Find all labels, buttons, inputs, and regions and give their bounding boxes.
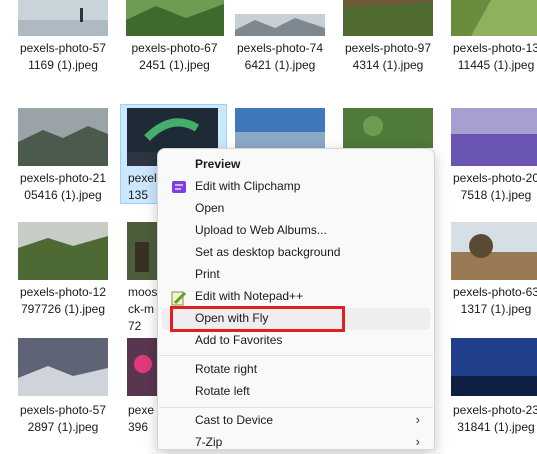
clipchamp-icon bbox=[171, 180, 187, 194]
menu-item-print[interactable]: Print bbox=[162, 264, 430, 286]
menu-item-label: Edit with Notepad++ bbox=[195, 289, 304, 303]
menu-item-upload-web-albums[interactable]: Upload to Web Albums... bbox=[162, 220, 430, 242]
thumbnail-image[interactable] bbox=[343, 0, 433, 36]
file-name[interactable]: pexels-photo-57 2897 (1).jpeg bbox=[13, 402, 113, 436]
menu-item-add-to-favorites[interactable]: Add to Favorites bbox=[162, 330, 430, 352]
thumbnail-image[interactable] bbox=[235, 14, 325, 36]
menu-item-preview[interactable]: Preview bbox=[162, 154, 430, 176]
file-name[interactable]: pexels-photo-57 1169 (1).jpeg bbox=[13, 40, 113, 74]
chevron-right-icon: › bbox=[415, 434, 420, 449]
menu-divider bbox=[159, 355, 433, 356]
file-name[interactable]: pexels-photo-63 1317 (1).jpeg bbox=[446, 284, 537, 318]
thumbnail-image[interactable] bbox=[127, 222, 157, 280]
file-name[interactable]: pexel 135 bbox=[128, 170, 158, 204]
context-menu: Preview Edit with Clipchamp Open Upload … bbox=[157, 148, 435, 450]
thumbnail-image[interactable] bbox=[451, 108, 537, 166]
thumbnail-image[interactable] bbox=[18, 338, 108, 396]
thumbnail-image[interactable] bbox=[18, 0, 108, 36]
menu-item-open[interactable]: Open bbox=[162, 198, 430, 220]
thumbnail-image[interactable] bbox=[126, 0, 224, 36]
thumbnail-image[interactable] bbox=[18, 222, 108, 280]
file-name[interactable]: pexels-photo-13 11445 (1).jpeg bbox=[446, 40, 537, 74]
menu-item-label: Edit with Clipchamp bbox=[195, 179, 301, 193]
menu-item-label: Upload to Web Albums... bbox=[195, 223, 327, 237]
menu-item-7-zip[interactable]: 7-Zip › bbox=[162, 432, 430, 454]
file-name[interactable]: pexels-photo-12 797726 (1).jpeg bbox=[13, 284, 113, 318]
file-name[interactable]: pexels-photo-67 2451 (1).jpeg bbox=[122, 40, 227, 74]
menu-item-set-desktop-background[interactable]: Set as desktop background bbox=[162, 242, 430, 264]
thumbnail-image[interactable] bbox=[127, 338, 157, 396]
menu-item-label: Cast to Device bbox=[195, 413, 274, 427]
thumbnail-image[interactable] bbox=[451, 338, 537, 396]
thumbnail-image[interactable] bbox=[235, 108, 325, 148]
file-name[interactable]: pexels-photo-74 6421 (1).jpeg bbox=[230, 40, 330, 74]
menu-item-edit-clipchamp[interactable]: Edit with Clipchamp bbox=[162, 176, 430, 198]
menu-item-label: Set as desktop background bbox=[195, 245, 341, 259]
menu-item-cast-to-device[interactable]: Cast to Device › bbox=[162, 410, 430, 432]
menu-item-rotate-left[interactable]: Rotate left bbox=[162, 381, 430, 403]
chevron-right-icon: › bbox=[415, 412, 420, 427]
menu-item-label: Preview bbox=[195, 157, 241, 171]
menu-item-label: Rotate right bbox=[195, 362, 258, 376]
highlight-annotation-box bbox=[170, 306, 345, 332]
file-name[interactable]: pexe 396 bbox=[128, 402, 158, 436]
menu-divider bbox=[159, 407, 433, 408]
menu-item-label: Print bbox=[195, 267, 220, 281]
menu-item-rotate-right[interactable]: Rotate right bbox=[162, 359, 430, 381]
notepadpp-icon bbox=[171, 290, 187, 306]
menu-item-label: Add to Favorites bbox=[195, 333, 283, 347]
menu-item-label: 7-Zip bbox=[195, 435, 223, 449]
thumbnail-image[interactable] bbox=[451, 0, 537, 36]
file-name[interactable]: pexels-photo-21 05416 (1).jpeg bbox=[13, 170, 113, 204]
file-name[interactable]: pexels-photo-23 31841 (1).jpeg bbox=[446, 402, 537, 436]
thumbnail-image[interactable] bbox=[18, 108, 108, 166]
menu-item-edit-notepadpp[interactable]: Edit with Notepad++ bbox=[162, 286, 430, 308]
file-name[interactable]: pexels-photo-97 4314 (1).jpeg bbox=[338, 40, 438, 74]
menu-item-label: Rotate left bbox=[195, 384, 250, 398]
file-name[interactable]: moos ck-m 72 bbox=[128, 284, 158, 335]
thumbnail-image[interactable] bbox=[451, 222, 537, 280]
file-name[interactable]: pexels-photo-20 7518 (1).jpeg bbox=[446, 170, 537, 204]
menu-item-label: Open bbox=[195, 201, 225, 215]
thumbnail-image[interactable] bbox=[343, 108, 433, 148]
